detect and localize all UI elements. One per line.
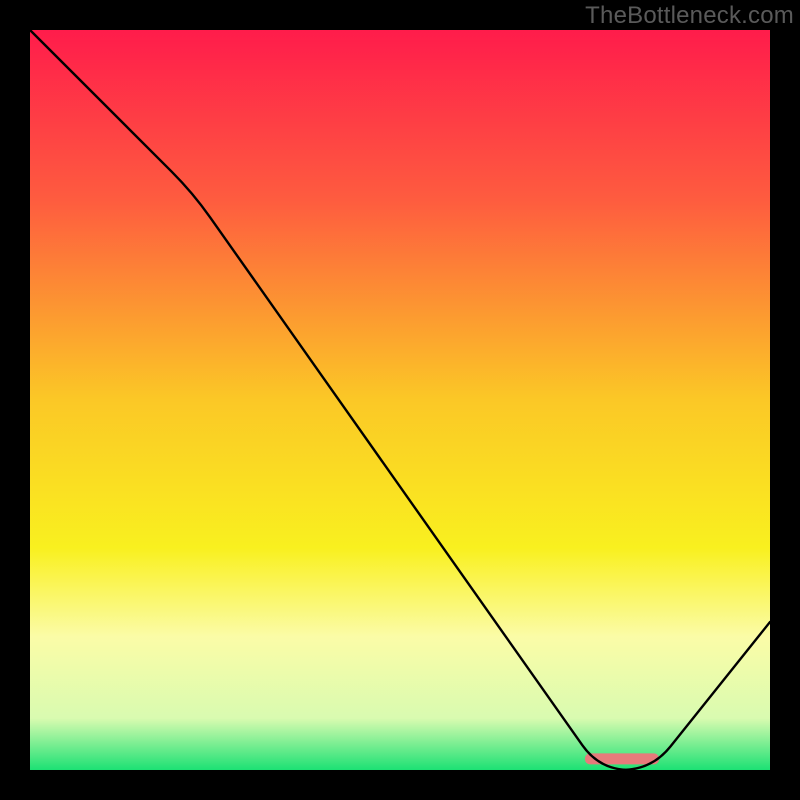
plot-area: [30, 30, 770, 770]
chart-frame: TheBottleneck.com: [0, 0, 800, 800]
bottleneck-curve: [30, 30, 770, 770]
chart-overlay: [30, 30, 770, 770]
watermark-text: TheBottleneck.com: [585, 2, 794, 30]
